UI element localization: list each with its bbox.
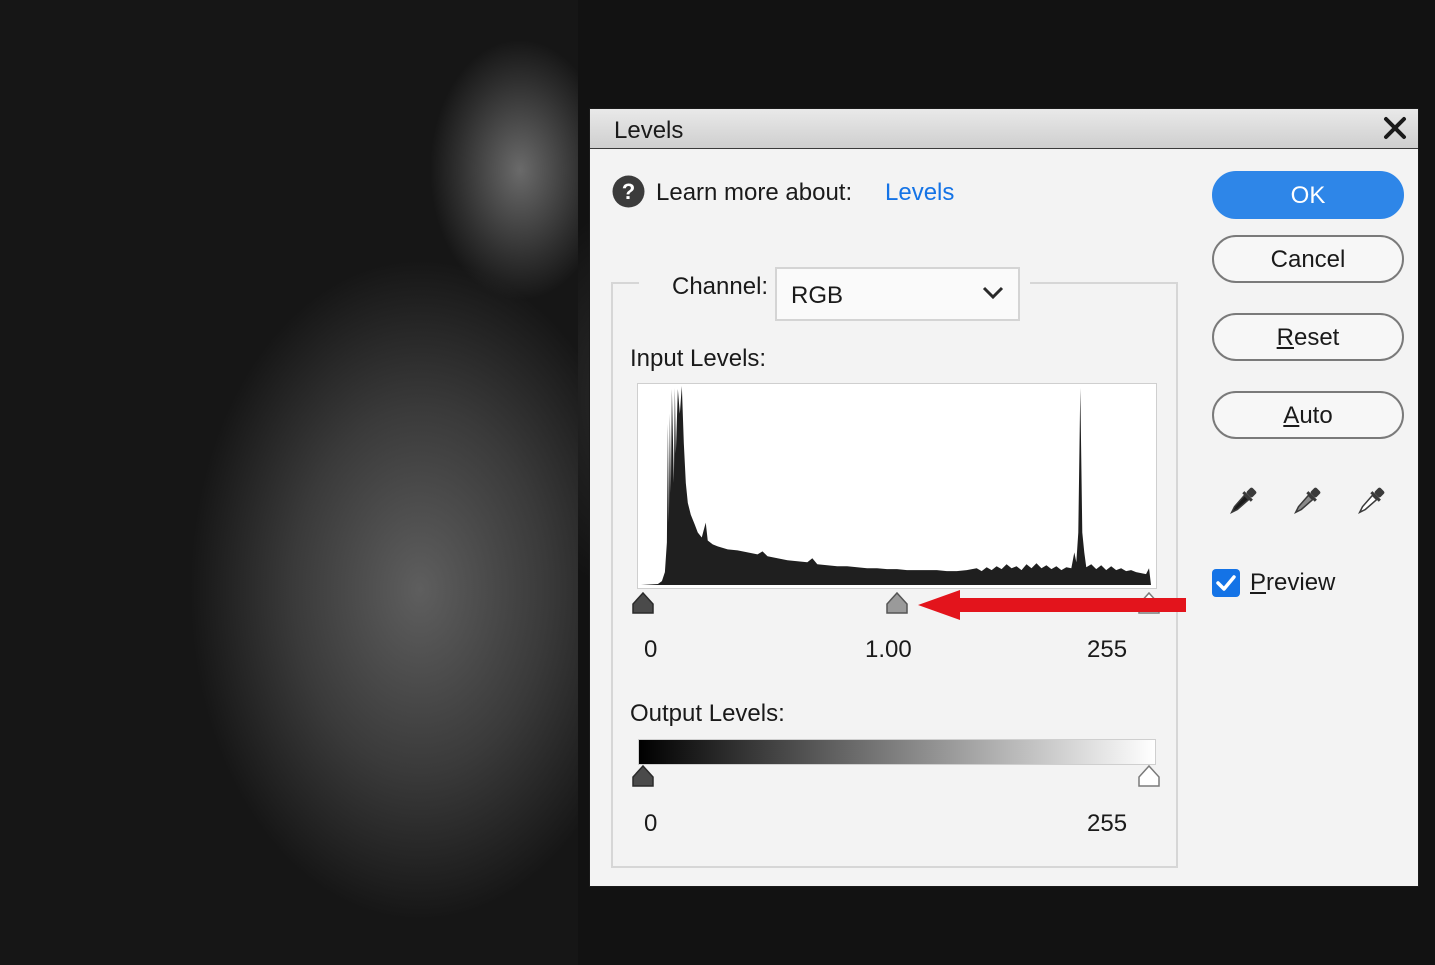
preview-label-rest: review [1266, 569, 1336, 596]
reset-button[interactable]: Reset [1212, 313, 1404, 361]
output-black-slider[interactable] [630, 764, 656, 788]
photo-original-half [0, 0, 578, 965]
histogram [637, 383, 1157, 589]
help-icon[interactable]: ? [612, 175, 645, 208]
channel-label: Channel: [672, 273, 769, 300]
output-levels-label: Output Levels: [630, 700, 785, 727]
auto-label: uto [1299, 402, 1333, 429]
preview-mnemonic: P [1250, 569, 1267, 596]
preview-label[interactable]: Preview [1250, 569, 1335, 597]
input-levels-label: Input Levels: [630, 345, 767, 372]
dialog-titlebar[interactable]: Levels [590, 109, 1418, 149]
eyedropper-gray-icon[interactable] [1290, 483, 1324, 519]
auto-mnemonic: A [1283, 402, 1300, 429]
close-icon[interactable] [1380, 113, 1410, 143]
input-white-value[interactable]: 255 [1087, 636, 1127, 664]
red-arrow-annotation [918, 590, 1186, 620]
group-border [611, 282, 639, 284]
eyedropper-white-icon[interactable] [1354, 483, 1388, 519]
input-gamma-slider[interactable] [884, 591, 910, 615]
levels-dialog: Levels ? Learn more about: Levels Channe… [589, 108, 1419, 887]
input-black-point-slider[interactable] [630, 591, 656, 615]
output-gradient-bar [638, 739, 1156, 765]
preview-checkbox[interactable] [1212, 569, 1240, 597]
dialog-title: Levels [614, 117, 684, 144]
reset-mnemonic: R [1276, 324, 1294, 351]
learn-more-label: Learn more about: [656, 179, 853, 206]
output-white-slider[interactable] [1136, 764, 1162, 788]
output-white-value[interactable]: 255 [1087, 810, 1127, 838]
eyedropper-black-icon[interactable] [1226, 483, 1260, 519]
channel-value: RGB [791, 282, 844, 309]
channel-dropdown[interactable]: RGB [775, 267, 1020, 321]
learn-more-link[interactable]: Levels [885, 179, 954, 207]
auto-button[interactable]: Auto [1212, 391, 1404, 439]
svg-text:?: ? [622, 179, 635, 204]
input-black-value[interactable]: 0 [644, 636, 657, 664]
cancel-button[interactable]: Cancel [1212, 235, 1404, 283]
input-gamma-value[interactable]: 1.00 [865, 636, 912, 664]
group-border [1030, 282, 1178, 284]
reset-label: eset [1293, 324, 1340, 351]
output-black-value[interactable]: 0 [644, 810, 657, 838]
ok-button[interactable]: OK [1212, 171, 1404, 219]
chevron-down-icon [982, 286, 1004, 300]
